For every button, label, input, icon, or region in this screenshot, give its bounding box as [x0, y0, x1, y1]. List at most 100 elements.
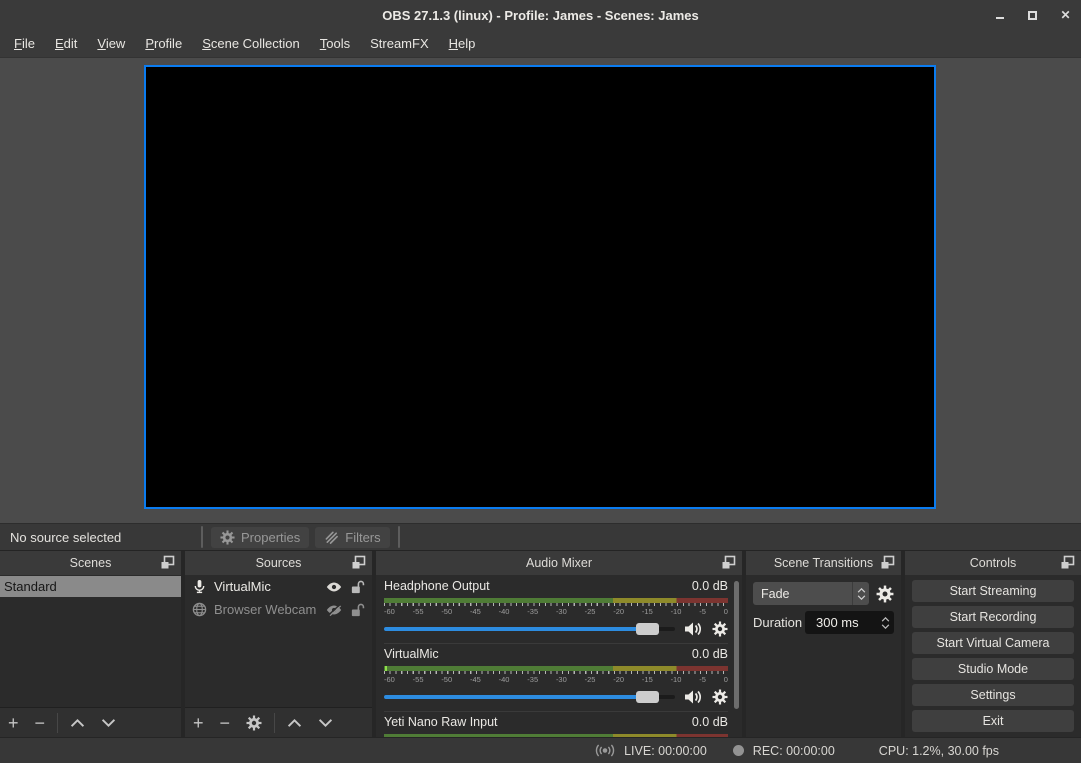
- source-name: Browser Webcam: [214, 602, 319, 617]
- scenes-dock: Scenes Standard + −: [0, 551, 181, 737]
- scenes-list: Standard: [0, 575, 181, 707]
- source-row-browser-webcam[interactable]: Browser Webcam: [185, 598, 372, 621]
- transition-select[interactable]: Fade: [753, 582, 869, 605]
- sources-list: VirtualMic Browser Webcam: [185, 575, 372, 707]
- visibility-eye-icon[interactable]: [326, 580, 342, 594]
- move-source-down-icon[interactable]: [318, 718, 333, 728]
- minimize-icon[interactable]: [994, 10, 1005, 21]
- meter-tick-label: -60: [384, 675, 395, 684]
- preview-background: [0, 58, 1081, 523]
- popout-icon[interactable]: [160, 555, 175, 570]
- add-scene-icon[interactable]: +: [8, 714, 19, 732]
- audio-mixer-dock: Audio Mixer Headphone Output 0.0 dB -60-…: [376, 551, 742, 737]
- transition-properties-gear-icon[interactable]: [876, 585, 894, 603]
- volume-slider-handle[interactable]: [636, 623, 659, 635]
- chevron-up-icon[interactable]: [881, 617, 890, 622]
- scene-transitions-dock-header: Scene Transitions: [746, 551, 901, 575]
- menu-tools[interactable]: Tools: [310, 32, 360, 55]
- meter-tick-label: -50: [441, 607, 452, 616]
- remove-scene-icon[interactable]: −: [35, 714, 46, 732]
- channel-name: VirtualMic: [384, 647, 439, 663]
- unlock-icon[interactable]: [349, 603, 365, 617]
- filters-icon: [324, 530, 339, 545]
- record-dot-icon: [733, 745, 744, 756]
- channel-settings-gear-icon[interactable]: [712, 689, 728, 705]
- channel-volume-db: 0.0 dB: [692, 579, 728, 595]
- meter-tick-label: -10: [671, 607, 682, 616]
- move-source-up-icon[interactable]: [287, 718, 302, 728]
- properties-button[interactable]: Properties: [211, 527, 309, 548]
- volume-slider[interactable]: [384, 695, 675, 699]
- mixer-scrollbar[interactable]: [734, 581, 739, 709]
- menu-streamfx[interactable]: StreamFX: [360, 32, 439, 55]
- menu-view[interactable]: View: [87, 32, 135, 55]
- close-icon[interactable]: ✕: [1060, 10, 1071, 21]
- toolbar-divider: [274, 713, 275, 733]
- maximize-icon[interactable]: [1027, 10, 1038, 21]
- volume-meter: [384, 666, 728, 671]
- filters-button[interactable]: Filters: [315, 527, 389, 548]
- start-recording-button[interactable]: Start Recording: [912, 606, 1074, 628]
- menu-scene-collection[interactable]: Scene Collection: [192, 32, 310, 55]
- meter-tick-label: -55: [413, 607, 424, 616]
- duration-spinbox[interactable]: 300 ms: [805, 611, 894, 634]
- move-scene-up-icon[interactable]: [70, 718, 85, 728]
- filters-label: Filters: [345, 530, 380, 545]
- popout-icon[interactable]: [1060, 555, 1075, 570]
- mixer-channel-virtualmic: VirtualMic 0.0 dB -60-55-50-45-40-35-30-…: [384, 647, 728, 712]
- popout-icon[interactable]: [721, 555, 736, 570]
- scenes-dock-title: Scenes: [70, 556, 112, 570]
- add-source-icon[interactable]: +: [193, 714, 204, 732]
- mixer-channel-headphone-output: Headphone Output 0.0 dB -60-55-50-45-40-…: [384, 579, 728, 644]
- popout-icon[interactable]: [351, 555, 366, 570]
- broadcast-icon: [593, 743, 617, 758]
- speaker-icon[interactable]: [684, 621, 703, 637]
- chevron-down-icon: [857, 595, 866, 600]
- start-streaming-button[interactable]: Start Streaming: [912, 580, 1074, 602]
- menu-help[interactable]: Help: [439, 32, 486, 55]
- live-time: LIVE: 00:00:00: [624, 744, 707, 758]
- meter-tick-marks: [384, 603, 728, 606]
- duration-value: 300 ms: [805, 615, 878, 630]
- toolbar-divider: [57, 713, 58, 733]
- settings-button[interactable]: Settings: [912, 684, 1074, 706]
- controls-dock: Controls Start Streaming Start Recording…: [905, 551, 1081, 737]
- remove-source-icon[interactable]: −: [220, 714, 231, 732]
- volume-meter: [384, 598, 728, 603]
- mixer-channel-yeti-nano: Yeti Nano Raw Input 0.0 dB -60-55-50-45-…: [384, 715, 728, 737]
- menu-edit[interactable]: Edit: [45, 32, 87, 55]
- preview-canvas[interactable]: [144, 65, 936, 509]
- exit-button[interactable]: Exit: [912, 710, 1074, 732]
- channel-name: Headphone Output: [384, 579, 490, 595]
- peak-indicator: [385, 666, 387, 671]
- source-properties-gear-icon[interactable]: [246, 715, 262, 731]
- meter-scale: -60-55-50-45-40-35-30-25-20-15-10-50: [384, 675, 728, 684]
- unlock-icon[interactable]: [349, 580, 365, 594]
- speaker-icon[interactable]: [684, 689, 703, 705]
- chevron-down-icon[interactable]: [881, 624, 890, 629]
- toolbar-divider: [201, 526, 203, 548]
- hidden-eye-slash-icon[interactable]: [326, 603, 342, 617]
- volume-slider[interactable]: [384, 627, 675, 631]
- dock-area: Scenes Standard + − Sources VirtualMic: [0, 551, 1081, 737]
- meter-tick-label: -60: [384, 607, 395, 616]
- scene-item-standard[interactable]: Standard: [0, 576, 181, 597]
- menu-profile[interactable]: Profile: [135, 32, 192, 55]
- start-virtual-camera-button[interactable]: Start Virtual Camera: [912, 632, 1074, 654]
- scene-transitions-body: Fade Duration 300 ms: [746, 575, 901, 737]
- source-toolbar: No source selected Properties Filters: [0, 523, 1081, 551]
- status-bar: LIVE: 00:00:00 REC: 00:00:00 CPU: 1.2%, …: [0, 737, 1081, 763]
- globe-icon: [192, 602, 207, 617]
- meter-tick-label: -10: [671, 675, 682, 684]
- window-title: OBS 27.1.3 (linux) - Profile: James - Sc…: [382, 8, 698, 23]
- channel-settings-gear-icon[interactable]: [712, 621, 728, 637]
- source-row-virtualmic[interactable]: VirtualMic: [185, 575, 372, 598]
- volume-slider-handle[interactable]: [636, 691, 659, 703]
- move-scene-down-icon[interactable]: [101, 718, 116, 728]
- studio-mode-button[interactable]: Studio Mode: [912, 658, 1074, 680]
- source-name: VirtualMic: [214, 579, 319, 594]
- popout-icon[interactable]: [880, 555, 895, 570]
- meter-tick-label: -35: [527, 607, 538, 616]
- scenes-dock-header: Scenes: [0, 551, 181, 575]
- menu-file[interactable]: File: [4, 32, 45, 55]
